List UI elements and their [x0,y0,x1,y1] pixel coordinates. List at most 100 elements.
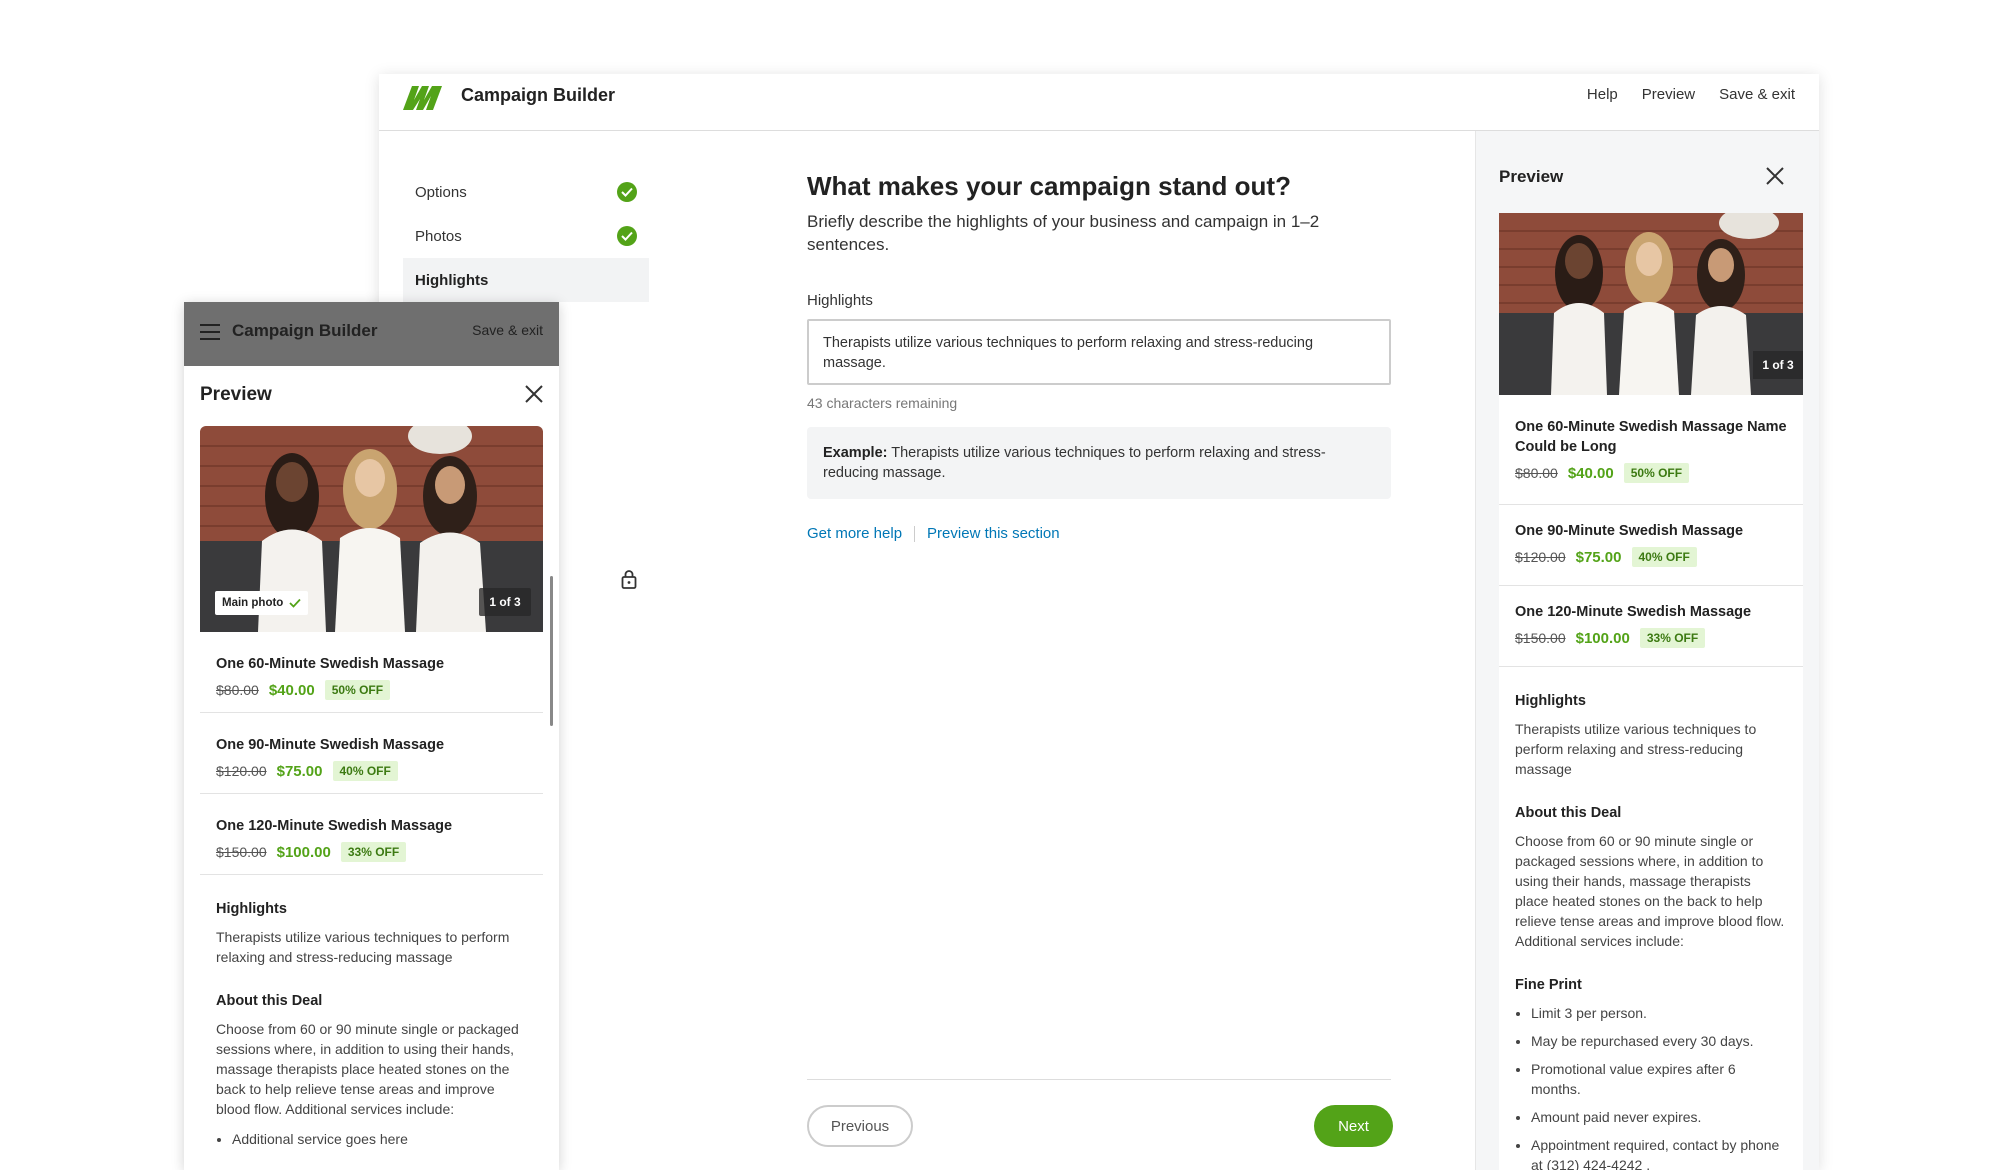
main-content: What makes your campaign stand out? Brie… [807,170,1391,542]
original-price: $80.00 [1515,465,1558,481]
deal-option: One 120-Minute Swedish Massage $150.00 $… [200,794,543,875]
fineprint-heading: Fine Print [1515,977,1582,993]
discount-badge: 33% OFF [1639,628,1706,648]
deal-name: One 60-Minute Swedish Massage Name Could… [1515,419,1787,455]
list-item: May be repurchased every 30 days. [1531,1031,1787,1051]
save-exit-link[interactable]: Save & exit [1719,86,1795,103]
page-title: What makes your campaign stand out? [807,171,1291,201]
highlights-text: Therapists utilize various techniques to… [216,929,510,965]
list-item: Limit 3 per person. [1531,1003,1787,1023]
footer-divider [807,1079,1391,1080]
mobile-app-title: Campaign Builder [232,321,378,340]
highlights-heading: Highlights [1515,693,1586,709]
preview-title: Preview [1499,167,1564,186]
check-circle-icon [617,182,637,202]
preview-panel: Preview 1 of 3 One 60-Minute Swedish Mas… [1475,131,1819,1170]
list-item: Amount paid never expires. [1531,1107,1787,1127]
preview-link[interactable]: Preview [1642,86,1695,103]
discount-badge: 50% OFF [1623,463,1690,483]
step-sidebar: Options Photos Highlights [403,170,649,302]
about-heading: About this Deal [216,993,323,1009]
previous-button[interactable]: Previous [807,1105,913,1147]
close-icon[interactable] [524,384,544,404]
get-more-help-link[interactable]: Get more help [807,525,902,542]
help-link[interactable]: Help [1587,86,1618,103]
mobile-view: Campaign Builder Save & exit Preview Mai… [184,302,559,1170]
link-divider [914,525,916,542]
scrollbar[interactable] [550,576,553,726]
check-circle-icon [617,226,637,246]
characters-remaining: 43 characters remaining [807,395,958,411]
top-bar: Campaign Builder Help Preview Save & exi… [379,74,1819,131]
deal-option: One 120-Minute Swedish Massage $150.00 $… [1499,586,1803,667]
original-price: $150.00 [1515,630,1566,646]
discount-badge: 50% OFF [324,680,391,700]
highlights-text: Therapists utilize various techniques to… [1515,721,1757,777]
about-text: Choose from 60 or 90 minute single or pa… [216,1021,519,1117]
photo-counter: 1 of 3 [479,588,531,616]
check-icon [289,598,301,608]
list-item: Appointment required, contact by phone a… [1531,1135,1787,1170]
list-item: Promotional value expires after 6 months… [1531,1059,1787,1099]
discount-badge: 33% OFF [340,842,407,862]
deal-price: $40.00 [1567,464,1614,482]
sidebar-item-label: Photos [415,227,462,245]
deal-name: One 90-Minute Swedish Massage [1515,523,1744,539]
mobile-deal-photo[interactable]: Main photo 1 of 3 [200,426,543,632]
deal-option: One 90-Minute Swedish Massage $120.00 $7… [1499,505,1803,586]
price-row: $120.00 $75.00 40% OFF [1515,547,1787,567]
deal-option: One 90-Minute Swedish Massage $120.00 $7… [200,713,543,794]
mobile-save-exit-link[interactable]: Save & exit [472,322,543,338]
deal-option: One 60-Minute Swedish Massage $80.00 $40… [200,632,543,713]
lock-icon [621,570,637,589]
logo-icon [403,86,442,110]
sidebar-item-highlights[interactable]: Highlights [403,258,649,302]
discount-badge: 40% OFF [332,761,398,781]
deal-name: One 90-Minute Swedish Massage [216,737,445,753]
original-price: $80.00 [216,682,259,698]
sidebar-item-options[interactable]: Options [403,170,649,214]
deal-details: Highlights Therapists utilize various te… [1499,667,1803,1170]
example-box: Example: Therapists utilize various tech… [807,427,1391,499]
services-list: Additional service goes here [216,1129,527,1149]
deal-price: $100.00 [1575,629,1630,647]
deal-price: $75.00 [1575,548,1622,566]
highlights-textarea[interactable]: Therapists utilize various techniques to… [807,319,1391,385]
main-photo-tag: Main photo [215,591,309,615]
original-price: $150.00 [216,844,267,860]
sidebar-item-photos[interactable]: Photos [403,214,649,258]
deal-price: $100.00 [276,843,331,861]
mobile-preview-title: Preview [200,384,272,405]
example-label: Example: [823,445,888,461]
deal-price: $75.00 [276,762,323,780]
desktop-window: Campaign Builder Help Preview Save & exi… [379,74,1819,1170]
mobile-header: Campaign Builder Save & exit [184,302,559,366]
price-row: $150.00 $100.00 33% OFF [1515,628,1787,648]
about-text: Choose from 60 or 90 minute single or pa… [1515,833,1785,949]
deal-photo[interactable]: 1 of 3 [1499,213,1803,395]
next-button[interactable]: Next [1314,1105,1393,1147]
close-icon[interactable] [1765,166,1785,186]
deal-name: One 120-Minute Swedish Massage [216,818,453,834]
list-item: Additional service goes here [232,1129,527,1149]
price-row: $120.00 $75.00 40% OFF [216,761,527,781]
page-subtitle: Briefly describe the highlights of your … [807,212,1320,254]
sidebar-item-label: Options [415,183,467,201]
fineprint-list: Limit 3 per person. May be repurchased e… [1515,1003,1787,1170]
main-photo-label: Main photo [222,597,284,609]
sidebar-item-label: Highlights [415,271,489,289]
price-row: $80.00 $40.00 50% OFF [216,680,527,700]
price-row: $80.00 $40.00 50% OFF [1515,463,1787,483]
photo-counter: 1 of 3 [1753,351,1803,379]
menu-icon[interactable] [200,324,220,340]
mobile-deal-list: One 60-Minute Swedish Massage $80.00 $40… [200,632,543,1157]
example-text: Therapists utilize various techniques to… [823,445,1326,481]
original-price: $120.00 [1515,549,1566,565]
deal-option: One 60-Minute Swedish Massage Name Could… [1499,395,1803,505]
about-heading: About this Deal [1515,805,1622,821]
original-price: $120.00 [216,763,267,779]
deal-name: One 120-Minute Swedish Massage [1515,604,1752,620]
preview-card: 1 of 3 One 60-Minute Swedish Massage Nam… [1499,213,1803,1170]
deal-name: One 60-Minute Swedish Massage [216,656,445,672]
preview-section-link[interactable]: Preview this section [927,525,1060,542]
